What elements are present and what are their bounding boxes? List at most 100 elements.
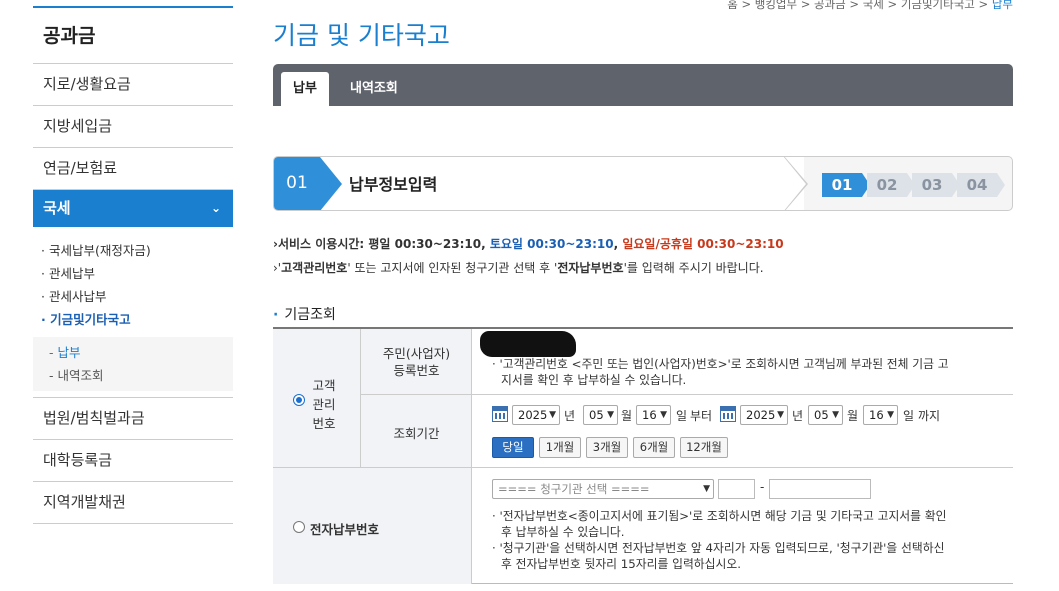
field-label-period: 조회기간	[393, 426, 440, 441]
chevron-down-icon: ⌄	[210, 201, 221, 215]
option-label-line: 번호	[312, 416, 336, 431]
to-month-select[interactable]: 05 ▼	[808, 405, 843, 425]
guide-customer-number: 고객관리번호	[281, 261, 348, 275]
from-suffix: 부터	[690, 409, 713, 423]
option-label-line: 고객	[312, 378, 336, 393]
guide-part: ' 또는 고지서에 인자된 청구기관 선택 후 '	[347, 261, 558, 275]
field-label-cell: 조회기간	[361, 395, 472, 468]
field-label-line: 주민(사업자)	[382, 346, 451, 361]
period-3month-button[interactable]: 3개월	[586, 437, 628, 458]
tab-bar: 납부 내역조회	[273, 64, 1013, 106]
sidebar-sub-item-fund[interactable]: · 기금및기타국고	[41, 308, 233, 331]
org-select[interactable]: ==== 청구기관 선택 ==== ▼	[492, 479, 714, 499]
select-value: 16	[869, 408, 884, 422]
step-mini-03: 03	[912, 173, 960, 197]
step-mini-label: 02	[876, 176, 898, 194]
period-1month-button[interactable]: 1개월	[539, 437, 581, 458]
period-today-button[interactable]: 당일	[492, 437, 534, 458]
service-hours-saturday: 토요일 00:30~23:10	[489, 237, 614, 251]
section-title-text: 기금조회	[284, 307, 336, 323]
unit-year: 년	[792, 409, 804, 423]
fund-query-form: 고객 관리 번호 주민(사업자) 등록번호 · '고객관리번호 <주민 또는 법…	[273, 327, 1013, 584]
step-current-number: 01	[274, 157, 320, 210]
chevron-down-icon: ▼	[607, 410, 614, 420]
epay-prefix-input[interactable]	[718, 479, 755, 499]
sidebar-sub2-menu: - 납부 - 내역조회	[33, 337, 233, 391]
epay-number-description: · '전자납부번호<종이고지서에 표기됨>'로 조회하시면 해당 기금 및 기타…	[492, 508, 946, 572]
guide-part: ›'	[273, 261, 282, 275]
sidebar-item-giro[interactable]: 지로/생활요금	[33, 64, 233, 106]
service-hours-notice: ›서비스 이용시간: 평일 00:30~23:10, 토요일 00:30~23:…	[273, 235, 784, 252]
option-epay-number-cell: 전자납부번호	[273, 468, 472, 584]
step-mini-04: 04	[957, 173, 1005, 197]
desc-line: · '전자납부번호<종이고지서에 표기됨>'로 조회하시면 해당 기금 및 기타…	[492, 509, 947, 523]
redacted-id-number	[480, 331, 576, 357]
chevron-down-icon: ▼	[703, 484, 710, 494]
sidebar-item-court[interactable]: 법원/범칙벌과금	[33, 398, 233, 440]
bullet-icon: ·	[273, 307, 279, 323]
sidebar-item-bond[interactable]: 지역개발채권	[33, 482, 233, 524]
calendar-icon[interactable]	[720, 406, 736, 422]
chevron-down-icon: ▼	[549, 410, 556, 420]
sidebar-sub-item-customs-broker[interactable]: · 관세사납부	[41, 285, 233, 308]
tab-history[interactable]: 내역조회	[350, 72, 398, 106]
epay-number-input[interactable]	[769, 479, 871, 499]
to-year-select[interactable]: 2025 ▼	[740, 405, 788, 425]
sidebar-item-pension[interactable]: 연금/보험료	[33, 148, 233, 190]
guide-epay-number: 전자납부번호	[557, 261, 624, 275]
option-epay-number-label: 전자납부번호	[310, 522, 380, 537]
step-mini-01: 01	[822, 173, 870, 197]
to-day-select[interactable]: 16 ▼	[863, 405, 898, 425]
desc-line: 후 전자납부번호 뒷자리 15자리를 입력하십시오.	[501, 557, 741, 571]
breadcrumb-current: 납부	[991, 0, 1013, 11]
desc-line: · '고객관리번호 <주민 또는 법인(사업자)번호>'로 조회하시면 고객님께…	[492, 357, 949, 371]
breadcrumb: 홈 > 뱅킹업무 > 공과금 > 국세 > 기금및기타국고 > 납부	[727, 0, 1013, 12]
from-month-select[interactable]: 05 ▼	[583, 405, 618, 425]
period-value-cell: 2025 ▼ 년 05 ▼ 월 16 ▼ 일 부터 2025 ▼ 년 05 ▼ 월 16 ▼…	[472, 395, 1013, 468]
step-mini-label: 03	[921, 176, 943, 194]
sidebar-submenu: · 국세납부(재정자금) · 관세납부 · 관세사납부 · 기금및기타국고 - …	[33, 227, 233, 398]
select-value: 05	[814, 408, 829, 422]
service-hours-holiday: 일요일/공휴일 00:30~23:10	[622, 237, 784, 251]
select-value: 16	[642, 408, 657, 422]
radio-customer-number[interactable]	[293, 394, 305, 406]
guide-part: '를 입력해 주시기 바랍니다.	[623, 261, 764, 275]
customer-number-description: · '고객관리번호 <주민 또는 법인(사업자)번호>'로 조회하시면 고객님께…	[492, 356, 949, 388]
sidebar-sub2-item-payment[interactable]: - 납부	[49, 341, 233, 364]
field-label-cell: 주민(사업자) 등록번호	[361, 329, 472, 395]
step-mini-label: 01	[831, 176, 853, 194]
period-12month-button[interactable]: 12개월	[680, 437, 728, 458]
option-customer-number-cell: 고객 관리 번호	[273, 329, 361, 468]
select-value: 05	[589, 408, 604, 422]
sidebar-sub2-item-history[interactable]: - 내역조회	[49, 364, 233, 387]
from-year-select[interactable]: 2025 ▼	[512, 405, 560, 425]
to-suffix: 까지	[918, 409, 941, 423]
period-6month-button[interactable]: 6개월	[633, 437, 675, 458]
service-hours-weekday: ›서비스 이용시간: 평일 00:30~23:10,	[273, 237, 490, 251]
sidebar-item-national-tax[interactable]: 국세 ⌄	[33, 190, 233, 227]
step-divider-arrow-inner	[783, 157, 806, 210]
select-value: 2025	[518, 408, 548, 422]
select-value: 2025	[746, 408, 776, 422]
tab-payment[interactable]: 납부	[281, 72, 329, 106]
unit-month: 월	[847, 409, 859, 423]
step-mini-label: 04	[966, 176, 988, 194]
sidebar-item-local-tax[interactable]: 지방세입금	[33, 106, 233, 148]
from-day-select[interactable]: 16 ▼	[636, 405, 671, 425]
sidebar-item-tuition[interactable]: 대학등록금	[33, 440, 233, 482]
desc-line: 지서를 확인 후 납부하실 수 있습니다.	[501, 373, 687, 387]
step-indicator: 01 납부정보입력 01 02 03 04	[273, 156, 1013, 211]
sidebar: 공과금 지로/생활요금 지방세입금 연금/보험료 국세 ⌄ · 국세납부(재정자…	[33, 0, 233, 524]
radio-epay-number[interactable]	[293, 521, 305, 533]
chevron-down-icon: ▼	[660, 410, 667, 420]
breadcrumb-path[interactable]: 홈 > 뱅킹업무 > 공과금 > 국세 > 기금및기타국고 >	[727, 0, 992, 11]
calendar-icon[interactable]	[492, 406, 508, 422]
epay-number-value-cell: ==== 청구기관 선택 ==== ▼ - · '전자납부번호<종이고지서에 표기…	[472, 468, 1013, 584]
chevron-down-icon: ▼	[777, 410, 784, 420]
desc-line: 후 납부하실 수 있습니다.	[501, 525, 625, 539]
sidebar-sub-item-national-tax-payment[interactable]: · 국세납부(재정자금)	[41, 239, 233, 262]
sidebar-sub-item-customs[interactable]: · 관세납부	[41, 262, 233, 285]
field-label-line: 등록번호	[393, 363, 440, 378]
chevron-down-icon: ▼	[832, 410, 839, 420]
section-title: · 기금조회	[273, 304, 336, 324]
